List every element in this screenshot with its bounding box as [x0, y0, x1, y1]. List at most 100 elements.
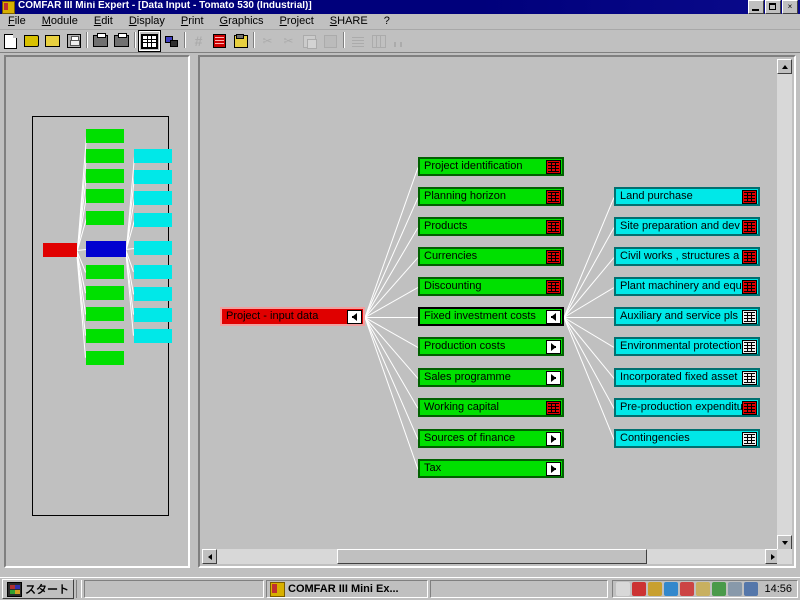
table-red-icon[interactable] — [546, 189, 561, 204]
table-red-icon[interactable] — [742, 219, 757, 234]
table-white-icon[interactable] — [742, 309, 757, 324]
table-red-icon[interactable] — [546, 400, 561, 415]
table-white-icon[interactable] — [742, 339, 757, 354]
diagram-connector — [364, 167, 419, 318]
diagram-node[interactable]: Site preparation and dev — [614, 217, 760, 236]
tree-view-button[interactable] — [162, 32, 181, 50]
key-icon[interactable] — [648, 582, 663, 596]
network-icon[interactable] — [728, 582, 743, 596]
menu-item-display[interactable]: Display — [121, 15, 173, 28]
diagram-node-label: Site preparation and dev — [620, 220, 740, 232]
arrow-left-icon[interactable] — [347, 309, 362, 324]
vertical-scrollbar[interactable] — [777, 59, 792, 550]
minimize-button[interactable] — [748, 0, 764, 14]
diagram-node[interactable]: Production costs — [418, 337, 564, 356]
table-red-icon[interactable] — [546, 279, 561, 294]
scroll-up-button[interactable] — [777, 59, 792, 74]
diagram-canvas[interactable]: Project - input data Project identificati… — [202, 59, 780, 550]
diagram-node[interactable]: Sources of finance — [418, 429, 564, 448]
arrow-right-icon[interactable] — [546, 370, 561, 385]
menu-item-file[interactable]: File — [0, 15, 34, 28]
horizontal-scroll-thumb[interactable] — [337, 549, 647, 564]
table-red-icon[interactable] — [742, 400, 757, 415]
diagram-node[interactable]: Sales programme — [418, 368, 564, 387]
diagram-node[interactable]: Land purchase — [614, 187, 760, 206]
shield-icon[interactable] — [696, 582, 711, 596]
diagram-node-label: Land purchase — [620, 190, 693, 202]
table-red-icon[interactable] — [742, 279, 757, 294]
table-red-icon[interactable] — [546, 249, 561, 264]
diagram-connector — [563, 227, 615, 318]
menu-item-print[interactable]: Print — [173, 15, 212, 28]
diagram-node[interactable]: Planning horizon — [418, 187, 564, 206]
folder-button[interactable] — [43, 32, 62, 50]
print-preview-button[interactable] — [112, 32, 131, 50]
scroll-left-button[interactable] — [202, 549, 217, 564]
diagram-node[interactable]: Discounting — [418, 277, 564, 296]
volume-icon[interactable] — [712, 582, 727, 596]
open-folder-button[interactable] — [22, 32, 41, 50]
text-tool-icon[interactable] — [616, 582, 631, 596]
diagram-node-label: Tax — [424, 462, 442, 474]
diagram-root-node[interactable]: Project - input data — [220, 307, 365, 326]
diagram-node[interactable]: Tax — [418, 459, 564, 478]
menu-bar: File Module Edit Display Print Graphics Projec… — [0, 14, 800, 30]
window-title: COMFAR III Mini Expert - [Data Input - T… — [18, 1, 312, 11]
arrow-right-icon[interactable] — [546, 431, 561, 446]
diagram-node[interactable]: Project identification — [418, 157, 564, 176]
table-red-icon[interactable] — [546, 159, 561, 174]
menu-item-edit[interactable]: Edit — [86, 15, 121, 28]
diagram-connector — [364, 317, 419, 440]
menu-item-share[interactable]: SHARE — [322, 15, 376, 28]
overview-cyan-bar-1 — [134, 170, 172, 184]
diagram-node-label: Currencies — [424, 250, 478, 262]
print-button[interactable] — [91, 32, 110, 50]
table-red-icon[interactable] — [742, 249, 757, 264]
print-preview-icon — [114, 33, 129, 47]
menu-item--[interactable]: ? — [376, 15, 398, 28]
close-button[interactable]: × — [782, 0, 798, 14]
pen-icon[interactable] — [632, 582, 647, 596]
horizontal-scrollbar[interactable] — [202, 549, 780, 564]
table-red-icon[interactable] — [742, 189, 757, 204]
table-view-button[interactable] — [138, 30, 161, 52]
overview-green-bar-9 — [86, 351, 124, 365]
diagram-node[interactable]: Plant machinery and equ — [614, 277, 760, 296]
diagram-node[interactable]: Contingencies — [614, 429, 760, 448]
menu-item-module[interactable]: Module — [34, 15, 86, 28]
restore-button[interactable] — [765, 0, 781, 14]
diagram-node[interactable]: Products — [418, 217, 564, 236]
table-white-icon[interactable] — [742, 370, 757, 385]
diagram-node-label: Production costs — [424, 340, 506, 352]
diagram-node[interactable]: Fixed investment costs — [418, 307, 564, 326]
diagram-node[interactable]: Auxiliary and service pls — [614, 307, 760, 326]
menu-item-graphics[interactable]: Graphics — [212, 15, 272, 28]
diagram-node-label: Sales programme — [424, 371, 511, 383]
yellow-folder-button[interactable] — [231, 32, 250, 50]
diagram-node-label: Environmental protection — [620, 340, 742, 352]
scroll-down-button[interactable] — [777, 535, 792, 550]
globe-icon[interactable] — [664, 582, 679, 596]
diagram-node[interactable]: Currencies — [418, 247, 564, 266]
table-red-icon[interactable] — [546, 219, 561, 234]
new-document-button[interactable] — [1, 32, 20, 50]
menu-item-project[interactable]: Project — [272, 15, 322, 28]
diagram-node[interactable]: Environmental protection — [614, 337, 760, 356]
start-button[interactable]: スタート — [2, 579, 74, 599]
taskbar-button-comfar[interactable]: COMFAR III Mini Ex... — [266, 580, 428, 598]
diagram-node[interactable]: Civil works , structures a — [614, 247, 760, 266]
table-white-icon[interactable] — [742, 431, 757, 446]
diagram-node[interactable]: Pre-production expenditu — [614, 398, 760, 417]
diagram-node[interactable]: Working capital — [418, 398, 564, 417]
arrow-right-icon[interactable] — [546, 461, 561, 476]
arrow-left-icon[interactable] — [546, 309, 561, 324]
diagram-connector — [563, 197, 615, 318]
red-table-button[interactable] — [210, 32, 229, 50]
arrow-right-icon[interactable] — [546, 339, 561, 354]
toolbar: # ✂ ✂ — [0, 30, 800, 53]
diagram-node[interactable]: Incorporated fixed asset — [614, 368, 760, 387]
save-button[interactable] — [64, 32, 83, 50]
display-icon[interactable] — [744, 582, 759, 596]
diagram-overview[interactable] — [32, 116, 172, 516]
antivirus-icon[interactable] — [680, 582, 695, 596]
